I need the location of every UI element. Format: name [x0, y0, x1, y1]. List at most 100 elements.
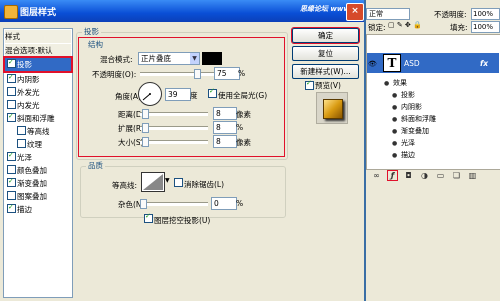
style-preview: [316, 92, 348, 124]
spread-input[interactable]: 8: [213, 121, 237, 134]
checkbox[interactable]: [7, 110, 16, 123]
preview-checkbox[interactable]: [305, 79, 314, 90]
effect-item[interactable]: ● 内阴影: [392, 102, 422, 112]
style-list-item[interactable]: 光泽: [5, 149, 71, 164]
style-list-item[interactable]: 斜面和浮雕: [5, 110, 71, 125]
blend-mode-value: 正片叠底: [141, 54, 171, 63]
effect-label: 渐变叠加: [401, 127, 429, 135]
opacity-input[interactable]: 75: [214, 67, 240, 80]
style-list-item[interactable]: 混合选项:默认: [5, 44, 71, 57]
blend-mode-select[interactable]: 正片叠底 ▼: [138, 52, 200, 65]
reset-button[interactable]: 复位: [292, 46, 359, 61]
checkbox[interactable]: [7, 71, 16, 84]
noise-input[interactable]: 0: [211, 197, 237, 210]
ok-button[interactable]: 确定: [291, 27, 360, 44]
slider-thumb[interactable]: [142, 123, 149, 133]
noise-slider[interactable]: [140, 199, 208, 209]
style-list-item[interactable]: 图案叠加: [5, 190, 71, 203]
checkbox[interactable]: [7, 191, 16, 200]
style-list-item[interactable]: 颜色叠加: [5, 164, 71, 177]
eye-icon[interactable]: ●: [392, 152, 401, 159]
checkbox[interactable]: [7, 149, 16, 162]
shadow-color-swatch[interactable]: [202, 52, 222, 65]
angle-input[interactable]: 39: [165, 88, 191, 101]
angle-indicator: [142, 93, 151, 101]
checkbox[interactable]: [7, 56, 16, 69]
fx-icon[interactable]: ƒ: [387, 170, 398, 181]
size-slider[interactable]: [140, 137, 208, 147]
layer-blend-mode-select[interactable]: 正常: [366, 8, 410, 20]
effect-item[interactable]: ● 光泽: [392, 138, 415, 148]
spread-slider[interactable]: [140, 123, 208, 133]
eye-icon[interactable]: ●: [392, 116, 401, 123]
shadow-section-title: 投影: [82, 26, 101, 37]
style-list-item[interactable]: 内阴影: [5, 71, 71, 86]
photoshop-icon: [4, 5, 18, 19]
checkbox[interactable]: [17, 139, 26, 148]
size-input[interactable]: 8: [213, 135, 237, 148]
knockout-checkbox[interactable]: [144, 212, 153, 223]
eye-icon[interactable]: ●: [392, 92, 401, 99]
checkbox[interactable]: [7, 175, 16, 188]
size-unit: 像素: [236, 138, 251, 147]
style-list-item[interactable]: 样式: [5, 30, 71, 43]
style-list-label: 渐变叠加: [17, 179, 47, 188]
style-list-item[interactable]: 内发光: [5, 99, 71, 112]
global-light-checkbox[interactable]: [208, 87, 217, 98]
contour-picker[interactable]: [141, 172, 165, 192]
blend-mode-label: 混合模式:: [100, 55, 133, 64]
noise-unit: %: [236, 199, 244, 208]
style-list-item[interactable]: 渐变叠加: [5, 175, 71, 190]
slider-thumb[interactable]: [142, 137, 149, 147]
layer-fill-input[interactable]: 100%: [471, 21, 500, 33]
distance-slider[interactable]: [140, 109, 208, 119]
trash-icon[interactable]: ▥: [468, 171, 477, 180]
eye-icon[interactable]: ●: [392, 104, 401, 111]
antialias-checkbox[interactable]: [174, 178, 183, 187]
folder-icon[interactable]: ▭: [436, 171, 445, 180]
dialog-title: 图层样式: [20, 8, 57, 18]
eye-icon[interactable]: ●: [384, 80, 393, 87]
chevron-down-icon: ▼: [190, 53, 199, 64]
link-icon[interactable]: ∞: [372, 171, 381, 180]
checkbox[interactable]: [17, 126, 26, 135]
opacity-slider[interactable]: [140, 69, 220, 79]
eye-icon[interactable]: ●: [392, 128, 401, 135]
slider-thumb[interactable]: [194, 69, 201, 79]
preview-thumbnail: [323, 99, 343, 119]
style-list-label: 纹理: [27, 140, 42, 149]
effect-item[interactable]: ● 投影: [392, 90, 415, 100]
effect-item[interactable]: ● 描边: [392, 150, 415, 160]
checkbox[interactable]: [7, 201, 16, 214]
spread-unit: %: [236, 123, 244, 132]
effects-group[interactable]: ● 效果: [384, 78, 407, 88]
fx-badge-icon[interactable]: fx: [480, 59, 488, 68]
style-list-item[interactable]: 描边: [5, 201, 71, 216]
contour-graph-icon: [143, 174, 163, 190]
checkbox[interactable]: [7, 87, 16, 96]
new-layer-icon[interactable]: ❏: [452, 171, 461, 180]
layer-opacity-input[interactable]: 100%: [471, 8, 500, 20]
eye-icon[interactable]: 👁: [368, 60, 377, 68]
checkbox[interactable]: [7, 100, 16, 109]
style-list-item[interactable]: 等高线: [5, 125, 71, 138]
adjustment-icon[interactable]: ◑: [420, 171, 429, 180]
effect-item[interactable]: ● 渐变叠加: [392, 126, 429, 136]
angle-dial[interactable]: [138, 82, 162, 106]
distance-input[interactable]: 8: [213, 107, 237, 120]
effect-item[interactable]: ● 斜面和浮雕: [392, 114, 436, 124]
chevron-down-icon[interactable]: ▼: [165, 177, 170, 184]
lock-icons[interactable]: ▢ ✎ ✥ 🔒: [388, 21, 422, 29]
knockout-label: 图层挖空投影(U): [154, 216, 211, 225]
mask-icon[interactable]: ◘: [404, 171, 413, 180]
effects-label: 效果: [393, 79, 407, 87]
style-list-item-drop-shadow[interactable]: 投影: [3, 56, 73, 73]
close-button[interactable]: ×: [346, 3, 364, 21]
slider-thumb[interactable]: [140, 199, 147, 209]
style-list-item[interactable]: 外发光: [5, 86, 71, 99]
slider-thumb[interactable]: [142, 109, 149, 119]
checkbox[interactable]: [7, 165, 16, 174]
style-list-item[interactable]: 纹理: [5, 138, 71, 151]
eye-icon[interactable]: ●: [392, 140, 401, 147]
new-style-button[interactable]: 新建样式(W)...: [292, 64, 359, 79]
